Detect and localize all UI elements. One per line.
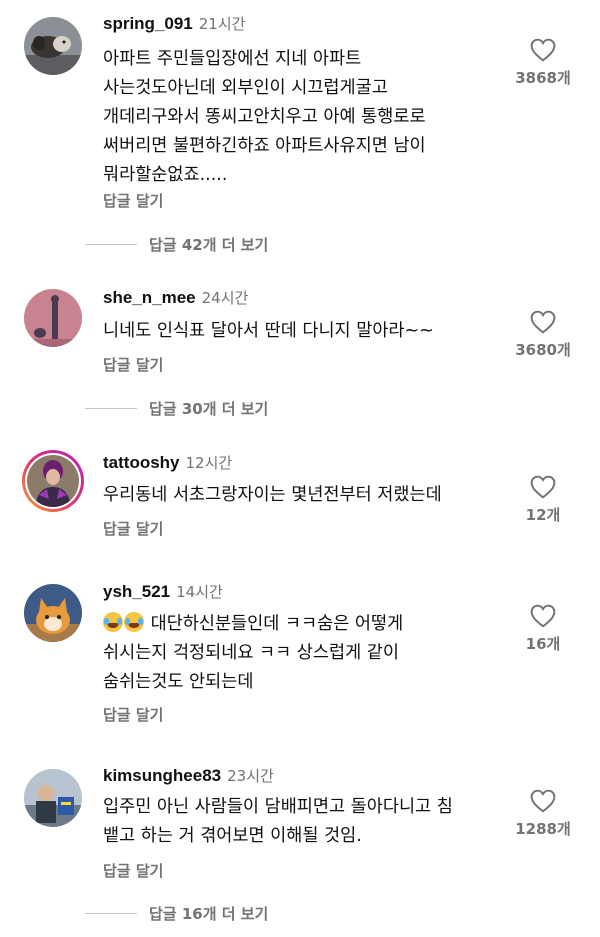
face-with-tears-of-joy-icon (103, 612, 123, 632)
comment-text: 대단하신분들인데 ㅋㅋ숨은 어떻게 쉬시는지 걱정되네요 ㅋㅋ 상스럽게 같이 … (103, 610, 523, 697)
username[interactable]: spring_091 (103, 14, 193, 33)
person-photo-icon (24, 769, 82, 827)
view-more-replies[interactable]: 답글 30개 더 보기 (85, 398, 268, 419)
heart-outline-icon (530, 38, 556, 62)
comment-text: 우리동네 서초그랑자이는 몇년전부터 저랬는데 (103, 485, 442, 505)
heart-outline-icon (530, 475, 556, 499)
heart-outline-icon (530, 310, 556, 334)
avatar-with-story-ring[interactable] (22, 450, 84, 512)
avatar[interactable] (24, 584, 82, 642)
username[interactable]: tattooshy (103, 453, 180, 472)
view-more-replies-label: 답글 30개 더 보기 (149, 400, 269, 418)
comment-item: tattooshy 12시간 우리동네 서초그랑자이는 몇년전부터 저랬는데 답글… (0, 430, 600, 570)
comment-item: ysh_521 14시간 대단하신분들인데 ㅋㅋ숨은 어떻게 쉬시는지 걱정되네요… (0, 570, 600, 750)
like-count: 16개 (525, 635, 561, 653)
comment-text: 니네도 인식표 달아서 딴데 다니지 말아라~~ (103, 321, 434, 341)
timestamp: 21시간 (198, 15, 246, 33)
view-more-replies[interactable]: 답글 16개 더 보기 (85, 903, 268, 924)
comment-text-first-line: 대단하신분들인데 ㅋㅋ숨은 어떻게 (145, 614, 404, 634)
silhouette-artwork-icon (24, 289, 82, 347)
comment-text: 아파트 주민들입장에선 지네 아파트 사는것도아닌데 외부인이 시끄럽게굴고 개… (103, 49, 426, 185)
like-button[interactable]: 3868개 (508, 38, 578, 88)
reply-button[interactable]: 답글 달기 (103, 190, 163, 211)
timestamp: 14시간 (176, 583, 223, 601)
like-button[interactable]: 16개 (508, 604, 578, 654)
comment-item: kimsunghee83 23시간 입주민 아닌 사람들이 담배피면고 돌아다니고… (0, 750, 600, 937)
like-count: 12개 (525, 506, 561, 524)
avatar[interactable] (24, 289, 82, 347)
divider (85, 913, 137, 914)
username[interactable]: ysh_521 (103, 582, 170, 601)
comment-text-rest: 쉬시는지 걱정되네요 ㅋㅋ 상스럽게 같이 숨쉬는것도 안되는데 (103, 643, 399, 692)
avatar[interactable] (24, 17, 82, 75)
person-portrait-icon (27, 455, 79, 507)
reply-button[interactable]: 답글 달기 (103, 518, 163, 539)
like-button[interactable]: 12개 (508, 475, 578, 525)
like-count: 3680개 (515, 341, 571, 359)
avatar[interactable] (24, 769, 82, 827)
timestamp: 24시간 (201, 289, 249, 307)
heart-outline-icon (530, 789, 556, 813)
view-more-replies-label: 답글 16개 더 보기 (149, 905, 269, 923)
like-count: 1288개 (515, 820, 571, 838)
reply-button[interactable]: 답글 달기 (103, 860, 163, 881)
comment-item: she_n_mee 24시간 니네도 인식표 달아서 딴데 다니지 말아라~~ 답… (0, 260, 600, 430)
like-button[interactable]: 1288개 (508, 789, 578, 839)
dog-photo-icon (24, 17, 82, 75)
cat-illustration-icon (24, 584, 82, 642)
view-more-replies[interactable]: 답글 42개 더 보기 (85, 234, 268, 255)
comment-item: spring_091 21시간 아파트 주민들입장에선 지네 아파트 사는것도아닌… (0, 0, 600, 260)
reply-button[interactable]: 답글 달기 (103, 354, 163, 375)
timestamp: 12시간 (185, 454, 233, 472)
like-button[interactable]: 3680개 (508, 310, 578, 360)
comment-text: 입주민 아닌 사람들이 담배피면고 돌아다니고 침 뱉고 하는 거 겪어보면 이… (103, 797, 453, 846)
username[interactable]: kimsunghee83 (103, 766, 221, 785)
reply-button[interactable]: 답글 달기 (103, 704, 163, 725)
view-more-replies-label: 답글 42개 더 보기 (149, 236, 269, 254)
avatar-inner (25, 453, 81, 509)
divider (85, 244, 137, 245)
username[interactable]: she_n_mee (103, 288, 196, 307)
heart-outline-icon (530, 604, 556, 628)
timestamp: 23시간 (227, 767, 274, 785)
divider (85, 408, 137, 409)
like-count: 3868개 (515, 69, 571, 87)
face-with-tears-of-joy-icon (124, 612, 144, 632)
